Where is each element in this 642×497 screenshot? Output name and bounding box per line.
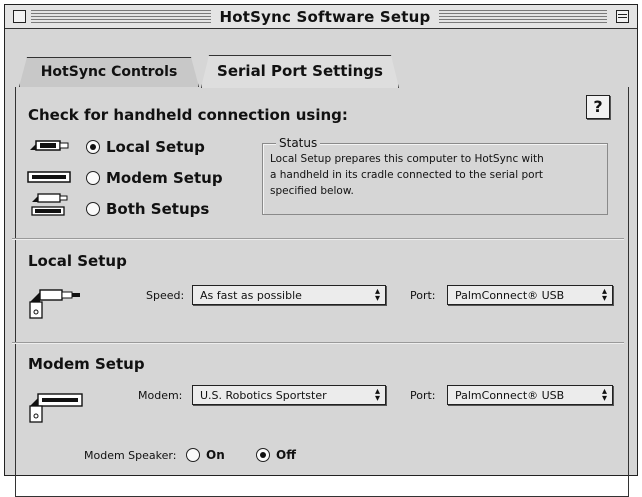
modem-speaker-label: Modem Speaker: — [84, 449, 177, 462]
close-box-icon[interactable] — [13, 10, 26, 23]
local-setup-heading: Local Setup — [28, 252, 127, 270]
radio-modem-setup-button[interactable] — [86, 171, 100, 185]
status-text-line: Local Setup prepares this computer to Ho… — [270, 153, 544, 165]
radio-speaker-off[interactable]: Off — [256, 448, 296, 462]
modem-device-icon — [29, 393, 83, 423]
help-button[interactable]: ? — [586, 95, 610, 119]
radio-both-setups-label: Both Setups — [106, 200, 210, 218]
radio-speaker-on[interactable]: On — [186, 448, 225, 462]
radio-modem-setup-label: Modem Setup — [106, 169, 223, 187]
section-divider — [12, 342, 624, 344]
popup-arrows-icon: ▴ ▾ — [374, 386, 380, 404]
radio-speaker-off-label: Off — [276, 448, 296, 462]
modem-setup-heading: Modem Setup — [28, 355, 145, 373]
zoom-box-icon[interactable] — [616, 10, 629, 23]
radio-speaker-on-button[interactable] — [186, 448, 200, 462]
title-stripes-left — [31, 10, 211, 23]
tab-serial-port-settings[interactable]: Serial Port Settings — [201, 55, 399, 88]
local-port-label: Port: — [410, 289, 436, 302]
popup-arrows-icon: ▴ ▾ — [374, 286, 380, 304]
local-port-popup[interactable]: PalmConnect® USB ▴ ▾ — [447, 285, 613, 305]
popup-arrows-icon: ▴ ▾ — [601, 286, 607, 304]
modem-port-label: Port: — [410, 389, 436, 402]
radio-both-setups-button[interactable] — [86, 202, 100, 216]
popup-arrows-icon: ▴ ▾ — [601, 386, 607, 404]
cradle-icon — [30, 140, 69, 151]
modem-label: Modem: — [138, 389, 183, 402]
title-stripes-right — [439, 10, 607, 23]
radio-local-setup-label: Local Setup — [106, 138, 205, 156]
radio-speaker-off-button[interactable] — [256, 448, 270, 462]
local-port-popup-value: PalmConnect® USB — [455, 289, 565, 302]
connection-heading: Check for handheld connection using: — [28, 106, 348, 124]
modem-popup-value: U.S. Robotics Sportster — [200, 389, 327, 402]
status-text-line: a handheld in its cradle connected to th… — [270, 169, 544, 181]
radio-speaker-on-label: On — [206, 448, 225, 462]
speed-popup[interactable]: As fast as possible ▴ ▾ — [192, 285, 386, 305]
modem-port-popup-value: PalmConnect® USB — [455, 389, 565, 402]
hotsync-setup-window: HotSync Software Setup HotSync Controls … — [4, 4, 638, 497]
speed-popup-value: As fast as possible — [200, 289, 302, 302]
window-title: HotSync Software Setup — [219, 8, 431, 26]
both-setups-icon — [31, 193, 68, 216]
speed-label: Speed: — [146, 289, 185, 302]
section-divider — [12, 238, 624, 240]
radio-both-setups[interactable]: Both Setups — [86, 200, 209, 218]
title-bar[interactable]: HotSync Software Setup — [5, 5, 637, 29]
status-text: Local Setup prepares this computer to Ho… — [270, 151, 604, 199]
modem-popup[interactable]: U.S. Robotics Sportster ▴ ▾ — [192, 385, 386, 405]
radio-local-setup[interactable]: Local Setup — [86, 138, 205, 156]
modem-port-popup[interactable]: PalmConnect® USB ▴ ▾ — [447, 385, 613, 405]
status-text-line: specified below. — [270, 185, 354, 197]
tab-hotsync-controls[interactable]: HotSync Controls — [19, 57, 199, 87]
status-title: Status — [276, 136, 321, 150]
local-cradle-icon — [29, 289, 80, 319]
radio-local-setup-button[interactable] — [86, 140, 100, 154]
radio-modem-setup[interactable]: Modem Setup — [86, 169, 223, 187]
modem-icon — [27, 171, 71, 183]
